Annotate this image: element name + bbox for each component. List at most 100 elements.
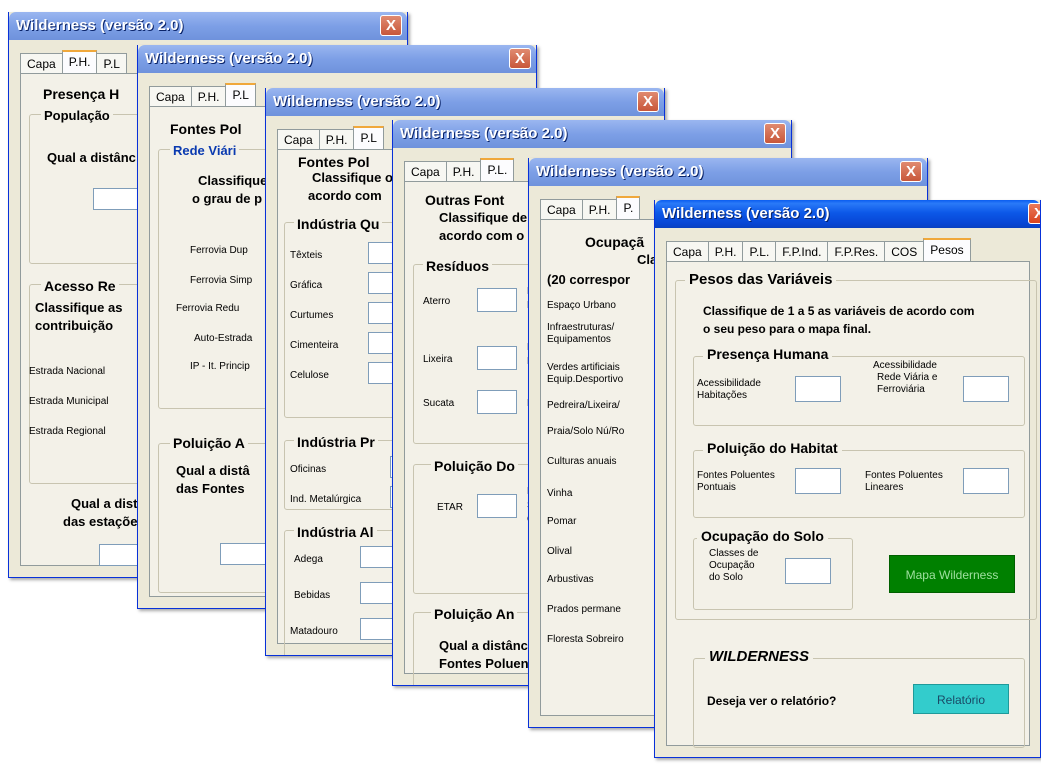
fontes-lineares-input[interactable] bbox=[963, 468, 1009, 494]
row-label: Pomar bbox=[547, 516, 577, 527]
page-title: Fontes Pol bbox=[170, 121, 242, 137]
relatorio-button[interactable]: Relatório bbox=[913, 684, 1009, 714]
title-bar[interactable]: Wilderness (versão 2.0) X bbox=[529, 158, 927, 186]
row-label: Oficinas bbox=[290, 464, 327, 475]
close-icon[interactable]: X bbox=[509, 48, 531, 69]
row-label: Culturas anuais bbox=[547, 456, 617, 467]
question: Deseja ver o relatório? bbox=[707, 694, 837, 708]
row-label: Bebidas bbox=[294, 590, 331, 601]
window-title: Wilderness (versão 2.0) bbox=[16, 17, 184, 34]
tab-pl[interactable]: P.L. bbox=[742, 241, 777, 263]
row-label: Curtumes bbox=[290, 310, 334, 321]
question: acordo com o bbox=[439, 228, 525, 243]
row-label: Ferrovia Redu bbox=[176, 303, 240, 314]
page-title: Outras Font bbox=[425, 192, 505, 208]
tab-capa[interactable]: Capa bbox=[20, 53, 63, 75]
group-title: Indústria Al bbox=[294, 524, 377, 540]
row-label: Ferrovia Dup bbox=[190, 245, 248, 256]
row-label: Pedreira/Lixeira/ bbox=[547, 400, 620, 411]
tab-pesos[interactable]: Pesos bbox=[923, 238, 971, 263]
group-title: Resíduos bbox=[423, 258, 493, 274]
tab-capa[interactable]: Capa bbox=[277, 129, 320, 151]
row-label: IP - It. Princip bbox=[190, 361, 250, 372]
row-label: Estrada Municipal bbox=[29, 396, 109, 407]
group-title: Rede Viári bbox=[170, 143, 240, 158]
title-bar[interactable]: Wilderness (versão 2.0) X bbox=[655, 200, 1040, 228]
row-label: Celulose bbox=[290, 370, 329, 381]
tab-capa[interactable]: Capa bbox=[666, 241, 709, 263]
score-input[interactable] bbox=[477, 390, 517, 414]
fontes-pontuais-input[interactable] bbox=[795, 468, 841, 494]
row-label: Arbustivas bbox=[547, 574, 594, 585]
close-icon[interactable]: X bbox=[1028, 203, 1040, 224]
tab-ph[interactable]: P.H. bbox=[581, 199, 618, 221]
row-label: Espaço Urbano bbox=[547, 300, 616, 311]
group-title: Poluição A bbox=[170, 435, 248, 451]
close-icon[interactable]: X bbox=[764, 123, 786, 144]
row-label: Estrada Regional bbox=[29, 426, 106, 437]
window-title: Wilderness (versão 2.0) bbox=[536, 163, 704, 180]
row-label: Verdes artificiais bbox=[547, 362, 620, 373]
close-icon[interactable]: X bbox=[637, 91, 659, 112]
tab-fpind[interactable]: F.P.Ind. bbox=[775, 241, 829, 263]
classes-ocupacao-input[interactable] bbox=[785, 558, 831, 584]
row-label: Aterro bbox=[423, 296, 451, 307]
row-label: Auto-Estrada bbox=[194, 333, 253, 344]
score-input[interactable] bbox=[477, 346, 517, 370]
tab-fpres[interactable]: F.P.Res. bbox=[827, 241, 886, 263]
acessibilidade-rede-viaria-input[interactable] bbox=[963, 376, 1009, 402]
window-title: Wilderness (versão 2.0) bbox=[145, 50, 313, 67]
question: Qual a distâ bbox=[71, 496, 145, 511]
question: das estaçõe bbox=[63, 514, 138, 529]
title-bar[interactable]: Wilderness (versão 2.0) X bbox=[266, 88, 664, 116]
tab-ph[interactable]: P.H. bbox=[318, 129, 355, 151]
subtitle: (20 correspor bbox=[547, 272, 631, 287]
close-icon[interactable]: X bbox=[900, 161, 922, 182]
tab-cos[interactable]: COS bbox=[884, 241, 925, 263]
tab-ph[interactable]: P.H. bbox=[707, 241, 744, 263]
tab-pl[interactable]: P.L. bbox=[480, 158, 515, 183]
tab-ph[interactable]: P.H. bbox=[445, 161, 482, 183]
window-title: Wilderness (versão 2.0) bbox=[273, 93, 441, 110]
window-6: Wilderness (versão 2.0)X CapaP.H.P.L.F.P… bbox=[654, 200, 1041, 758]
score-input[interactable] bbox=[477, 288, 517, 312]
row-label: Lixeira bbox=[423, 354, 453, 365]
tab-capa[interactable]: Capa bbox=[540, 199, 583, 221]
question: Classifique de bbox=[439, 210, 528, 225]
tab-capa[interactable]: Capa bbox=[404, 161, 447, 183]
field-label: Rede Viária e bbox=[877, 372, 938, 383]
section-title: Pesos das Variáveis bbox=[685, 271, 837, 288]
tab-pl[interactable]: P. bbox=[616, 196, 641, 221]
title-bar[interactable]: Wilderness (versão 2.0) X bbox=[138, 45, 536, 73]
tab-pl[interactable]: P.L bbox=[353, 126, 384, 151]
group-title: Indústria Pr bbox=[294, 434, 378, 450]
title-bar[interactable]: Wilderness (versão 2.0) X bbox=[9, 12, 407, 40]
tab-capa[interactable]: Capa bbox=[149, 86, 192, 108]
window-title: Wilderness (versão 2.0) bbox=[400, 125, 568, 142]
tab-pl[interactable]: P.L bbox=[96, 53, 127, 75]
tab-pl[interactable]: P.L bbox=[225, 83, 256, 108]
instructions: o seu peso para o mapa final. bbox=[703, 322, 872, 336]
page-title: Presença H bbox=[43, 86, 120, 102]
tab-ph[interactable]: P.H. bbox=[61, 50, 98, 75]
question: Classifique o bbox=[312, 170, 393, 185]
question: das Fontes bbox=[176, 481, 245, 496]
field-label: Lineares bbox=[865, 482, 904, 493]
tab-ph[interactable]: P.H. bbox=[190, 86, 227, 108]
row-label: Floresta Sobreiro bbox=[547, 634, 624, 645]
acessibilidade-habitacoes-input[interactable] bbox=[795, 376, 841, 402]
field-label: Fontes Poluentes bbox=[865, 470, 943, 481]
window-title: Wilderness (versão 2.0) bbox=[662, 205, 830, 222]
row-label: Equipamentos bbox=[547, 334, 611, 345]
row-label: Estrada Nacional bbox=[29, 366, 106, 377]
row-label: Gráfica bbox=[290, 280, 323, 291]
mapa-wilderness-button[interactable]: Mapa Wilderness bbox=[889, 555, 1015, 593]
title-bar[interactable]: Wilderness (versão 2.0) X bbox=[393, 120, 791, 148]
row-label: ETAR bbox=[437, 502, 463, 513]
row-label: Têxteis bbox=[290, 250, 323, 261]
score-input[interactable] bbox=[477, 494, 517, 518]
close-icon[interactable]: X bbox=[380, 15, 402, 36]
group-title: Poluição An bbox=[431, 606, 518, 622]
page-title: Fontes Pol bbox=[298, 154, 370, 170]
question: Qual a distânc bbox=[47, 150, 136, 165]
